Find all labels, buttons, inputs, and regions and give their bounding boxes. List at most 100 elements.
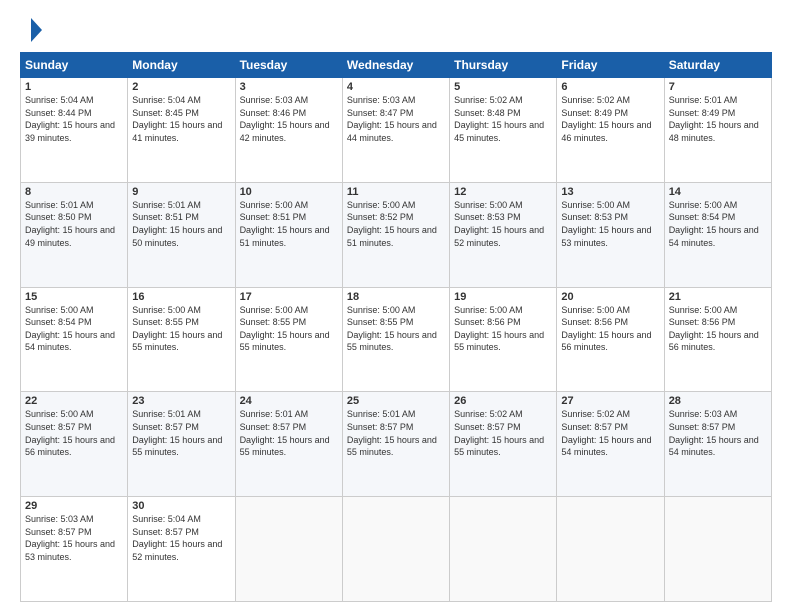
calendar-cell: 10Sunrise: 5:00 AMSunset: 8:51 PMDayligh… xyxy=(235,182,342,287)
calendar-week-row: 1Sunrise: 5:04 AMSunset: 8:44 PMDaylight… xyxy=(21,78,772,183)
calendar-cell: 30Sunrise: 5:04 AMSunset: 8:57 PMDayligh… xyxy=(128,497,235,602)
calendar-cell: 3Sunrise: 5:03 AMSunset: 8:46 PMDaylight… xyxy=(235,78,342,183)
header xyxy=(20,16,772,44)
calendar-week-row: 15Sunrise: 5:00 AMSunset: 8:54 PMDayligh… xyxy=(21,287,772,392)
day-info: Sunrise: 5:02 AMSunset: 8:49 PMDaylight:… xyxy=(561,94,659,144)
weekday-header-thursday: Thursday xyxy=(450,53,557,78)
day-number: 5 xyxy=(454,81,552,93)
day-info: Sunrise: 5:04 AMSunset: 8:45 PMDaylight:… xyxy=(132,94,230,144)
calendar-cell: 13Sunrise: 5:00 AMSunset: 8:53 PMDayligh… xyxy=(557,182,664,287)
day-number: 9 xyxy=(132,186,230,198)
calendar-cell xyxy=(342,497,449,602)
day-info: Sunrise: 5:02 AMSunset: 8:57 PMDaylight:… xyxy=(454,408,552,458)
weekday-header-tuesday: Tuesday xyxy=(235,53,342,78)
day-number: 10 xyxy=(240,186,338,198)
day-info: Sunrise: 5:00 AMSunset: 8:55 PMDaylight:… xyxy=(347,304,445,354)
day-number: 21 xyxy=(669,291,767,303)
day-info: Sunrise: 5:00 AMSunset: 8:55 PMDaylight:… xyxy=(240,304,338,354)
day-info: Sunrise: 5:00 AMSunset: 8:54 PMDaylight:… xyxy=(25,304,123,354)
day-number: 28 xyxy=(669,395,767,407)
calendar-cell: 16Sunrise: 5:00 AMSunset: 8:55 PMDayligh… xyxy=(128,287,235,392)
calendar-cell: 19Sunrise: 5:00 AMSunset: 8:56 PMDayligh… xyxy=(450,287,557,392)
calendar-cell: 28Sunrise: 5:03 AMSunset: 8:57 PMDayligh… xyxy=(664,392,771,497)
calendar-cell xyxy=(235,497,342,602)
day-info: Sunrise: 5:02 AMSunset: 8:57 PMDaylight:… xyxy=(561,408,659,458)
calendar-table: SundayMondayTuesdayWednesdayThursdayFrid… xyxy=(20,52,772,602)
calendar-cell: 29Sunrise: 5:03 AMSunset: 8:57 PMDayligh… xyxy=(21,497,128,602)
calendar-cell xyxy=(450,497,557,602)
calendar-cell: 23Sunrise: 5:01 AMSunset: 8:57 PMDayligh… xyxy=(128,392,235,497)
calendar-cell: 21Sunrise: 5:00 AMSunset: 8:56 PMDayligh… xyxy=(664,287,771,392)
day-number: 6 xyxy=(561,81,659,93)
weekday-header-sunday: Sunday xyxy=(21,53,128,78)
day-number: 14 xyxy=(669,186,767,198)
calendar-cell: 14Sunrise: 5:00 AMSunset: 8:54 PMDayligh… xyxy=(664,182,771,287)
calendar-cell: 26Sunrise: 5:02 AMSunset: 8:57 PMDayligh… xyxy=(450,392,557,497)
day-info: Sunrise: 5:02 AMSunset: 8:48 PMDaylight:… xyxy=(454,94,552,144)
weekday-header-saturday: Saturday xyxy=(664,53,771,78)
day-info: Sunrise: 5:00 AMSunset: 8:53 PMDaylight:… xyxy=(454,199,552,249)
calendar-week-row: 29Sunrise: 5:03 AMSunset: 8:57 PMDayligh… xyxy=(21,497,772,602)
day-number: 8 xyxy=(25,186,123,198)
calendar-cell: 18Sunrise: 5:00 AMSunset: 8:55 PMDayligh… xyxy=(342,287,449,392)
calendar-cell: 4Sunrise: 5:03 AMSunset: 8:47 PMDaylight… xyxy=(342,78,449,183)
day-number: 12 xyxy=(454,186,552,198)
day-info: Sunrise: 5:00 AMSunset: 8:54 PMDaylight:… xyxy=(669,199,767,249)
day-info: Sunrise: 5:03 AMSunset: 8:57 PMDaylight:… xyxy=(25,513,123,563)
calendar-cell: 8Sunrise: 5:01 AMSunset: 8:50 PMDaylight… xyxy=(21,182,128,287)
day-number: 1 xyxy=(25,81,123,93)
day-info: Sunrise: 5:04 AMSunset: 8:57 PMDaylight:… xyxy=(132,513,230,563)
calendar-week-row: 8Sunrise: 5:01 AMSunset: 8:50 PMDaylight… xyxy=(21,182,772,287)
calendar-cell: 15Sunrise: 5:00 AMSunset: 8:54 PMDayligh… xyxy=(21,287,128,392)
weekday-header-friday: Friday xyxy=(557,53,664,78)
calendar-cell: 1Sunrise: 5:04 AMSunset: 8:44 PMDaylight… xyxy=(21,78,128,183)
day-info: Sunrise: 5:00 AMSunset: 8:56 PMDaylight:… xyxy=(454,304,552,354)
day-info: Sunrise: 5:00 AMSunset: 8:51 PMDaylight:… xyxy=(240,199,338,249)
weekday-header-row: SundayMondayTuesdayWednesdayThursdayFrid… xyxy=(21,53,772,78)
calendar-cell: 22Sunrise: 5:00 AMSunset: 8:57 PMDayligh… xyxy=(21,392,128,497)
calendar-cell: 2Sunrise: 5:04 AMSunset: 8:45 PMDaylight… xyxy=(128,78,235,183)
day-number: 25 xyxy=(347,395,445,407)
weekday-header-wednesday: Wednesday xyxy=(342,53,449,78)
logo-area xyxy=(20,16,46,44)
calendar-header: SundayMondayTuesdayWednesdayThursdayFrid… xyxy=(21,53,772,78)
calendar-cell: 25Sunrise: 5:01 AMSunset: 8:57 PMDayligh… xyxy=(342,392,449,497)
day-info: Sunrise: 5:00 AMSunset: 8:53 PMDaylight:… xyxy=(561,199,659,249)
weekday-header-monday: Monday xyxy=(128,53,235,78)
day-info: Sunrise: 5:01 AMSunset: 8:57 PMDaylight:… xyxy=(347,408,445,458)
day-info: Sunrise: 5:00 AMSunset: 8:56 PMDaylight:… xyxy=(669,304,767,354)
calendar-week-row: 22Sunrise: 5:00 AMSunset: 8:57 PMDayligh… xyxy=(21,392,772,497)
day-info: Sunrise: 5:03 AMSunset: 8:46 PMDaylight:… xyxy=(240,94,338,144)
day-number: 26 xyxy=(454,395,552,407)
calendar-cell: 17Sunrise: 5:00 AMSunset: 8:55 PMDayligh… xyxy=(235,287,342,392)
day-info: Sunrise: 5:01 AMSunset: 8:51 PMDaylight:… xyxy=(132,199,230,249)
calendar-cell: 12Sunrise: 5:00 AMSunset: 8:53 PMDayligh… xyxy=(450,182,557,287)
day-number: 22 xyxy=(25,395,123,407)
day-number: 16 xyxy=(132,291,230,303)
day-info: Sunrise: 5:04 AMSunset: 8:44 PMDaylight:… xyxy=(25,94,123,144)
calendar-cell: 5Sunrise: 5:02 AMSunset: 8:48 PMDaylight… xyxy=(450,78,557,183)
day-info: Sunrise: 5:01 AMSunset: 8:57 PMDaylight:… xyxy=(132,408,230,458)
calendar-body: 1Sunrise: 5:04 AMSunset: 8:44 PMDaylight… xyxy=(21,78,772,602)
day-info: Sunrise: 5:00 AMSunset: 8:52 PMDaylight:… xyxy=(347,199,445,249)
day-info: Sunrise: 5:01 AMSunset: 8:49 PMDaylight:… xyxy=(669,94,767,144)
calendar-cell xyxy=(664,497,771,602)
day-info: Sunrise: 5:01 AMSunset: 8:50 PMDaylight:… xyxy=(25,199,123,249)
day-number: 29 xyxy=(25,500,123,512)
day-number: 19 xyxy=(454,291,552,303)
day-number: 17 xyxy=(240,291,338,303)
day-number: 4 xyxy=(347,81,445,93)
day-info: Sunrise: 5:00 AMSunset: 8:57 PMDaylight:… xyxy=(25,408,123,458)
day-number: 27 xyxy=(561,395,659,407)
day-number: 11 xyxy=(347,186,445,198)
day-info: Sunrise: 5:03 AMSunset: 8:47 PMDaylight:… xyxy=(347,94,445,144)
calendar-cell: 7Sunrise: 5:01 AMSunset: 8:49 PMDaylight… xyxy=(664,78,771,183)
day-number: 24 xyxy=(240,395,338,407)
day-number: 18 xyxy=(347,291,445,303)
day-number: 30 xyxy=(132,500,230,512)
day-info: Sunrise: 5:03 AMSunset: 8:57 PMDaylight:… xyxy=(669,408,767,458)
calendar-cell: 6Sunrise: 5:02 AMSunset: 8:49 PMDaylight… xyxy=(557,78,664,183)
day-number: 15 xyxy=(25,291,123,303)
day-number: 2 xyxy=(132,81,230,93)
day-number: 13 xyxy=(561,186,659,198)
